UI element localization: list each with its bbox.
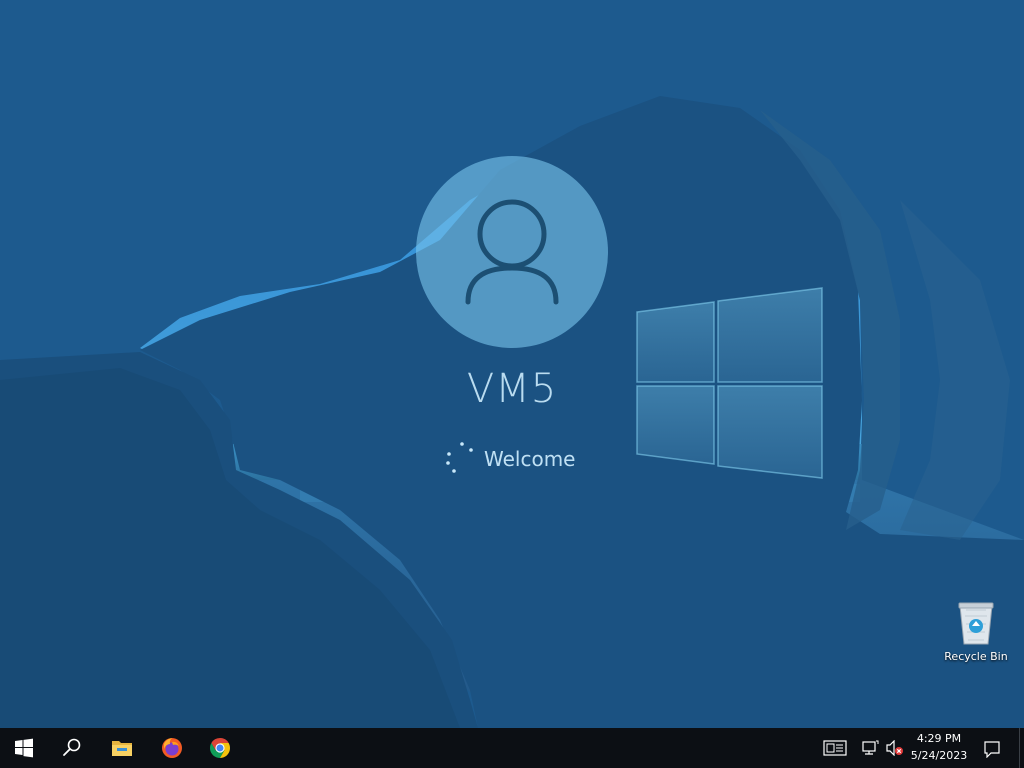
recycle-bin-icon bbox=[958, 602, 994, 645]
network-icon bbox=[862, 740, 879, 755]
taskbar-file-explorer[interactable] bbox=[98, 728, 146, 768]
tray-network[interactable] bbox=[858, 728, 880, 768]
taskbar: 4:29 PM 5/24/2023 bbox=[0, 728, 1024, 768]
desktop-icon-label: Recycle Bin bbox=[944, 650, 1008, 663]
news-and-interests-icon bbox=[823, 740, 847, 756]
chrome-icon bbox=[210, 738, 230, 758]
folder-icon bbox=[112, 741, 132, 756]
taskbar-chrome[interactable] bbox=[196, 728, 244, 768]
taskbar-clock[interactable]: 4:29 PM 5/24/2023 bbox=[904, 728, 974, 768]
windows-logo-icon bbox=[15, 738, 33, 758]
action-center-icon bbox=[984, 741, 1000, 758]
clock-time: 4:29 PM bbox=[916, 732, 962, 745]
desktop-icon-recycle-bin[interactable]: Recycle Bin bbox=[938, 600, 1014, 663]
clock-date: 5/24/2023 bbox=[910, 749, 968, 762]
action-center-button[interactable] bbox=[978, 728, 1006, 768]
taskbar-firefox[interactable] bbox=[148, 728, 196, 768]
search-button[interactable] bbox=[48, 728, 96, 768]
screen: VM5 Welcome Recycle Bin 4:29 PM 5/24/202… bbox=[0, 0, 1024, 768]
tray-news-and-interests[interactable] bbox=[820, 728, 850, 768]
firefox-icon bbox=[162, 738, 182, 758]
tray-volume[interactable] bbox=[882, 728, 904, 768]
start-button[interactable] bbox=[0, 728, 48, 768]
show-desktop-button[interactable] bbox=[1019, 728, 1024, 768]
volume-muted-icon bbox=[886, 740, 903, 756]
desktop-wallpaper bbox=[0, 0, 1024, 728]
search-icon bbox=[63, 738, 81, 756]
